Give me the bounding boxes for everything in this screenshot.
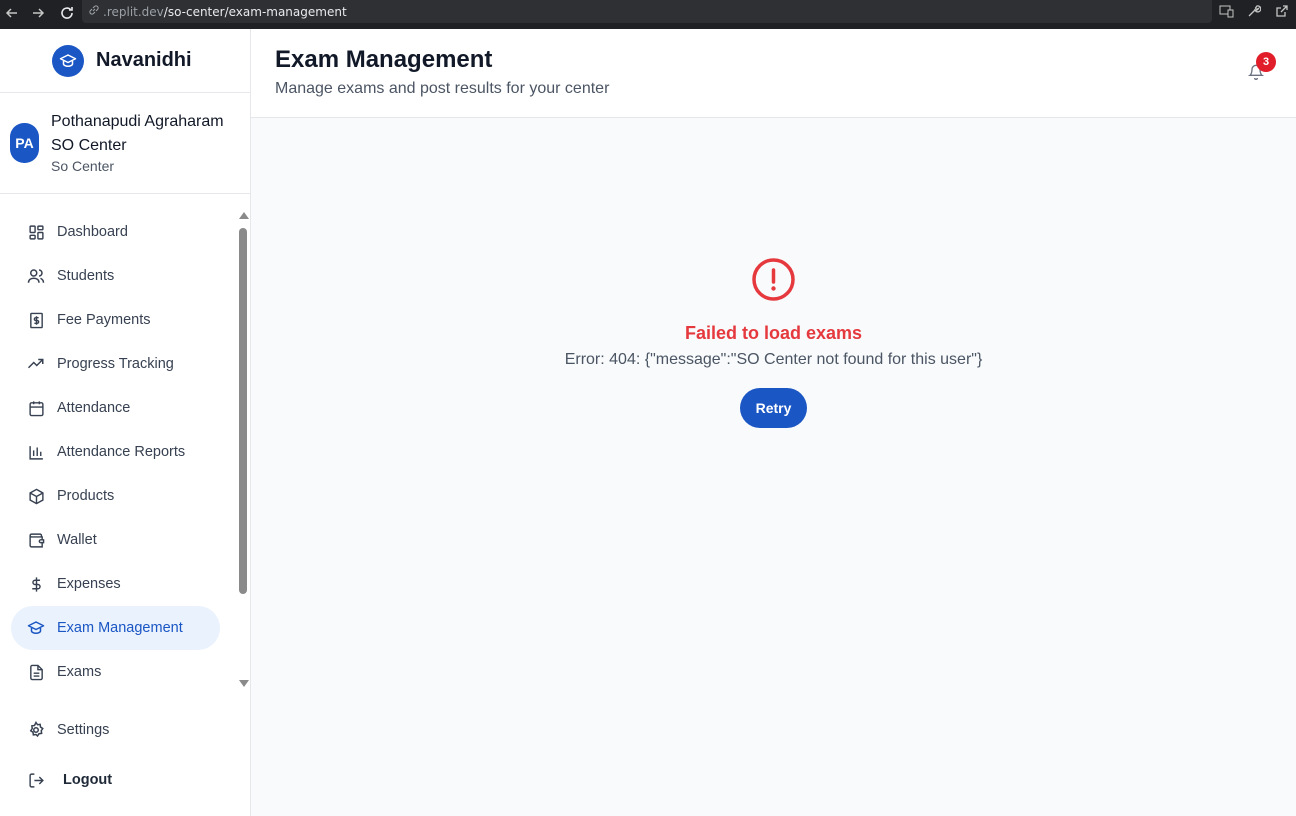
scroll-up-arrow-icon[interactable] bbox=[239, 212, 249, 219]
page-title: Exam Management bbox=[275, 46, 493, 73]
sidebar: Navanidhi PA Pothanapudi Agraharam SO Ce… bbox=[0, 29, 251, 816]
sidebar-item-label: Expenses bbox=[57, 576, 121, 592]
dollar-icon bbox=[27, 575, 45, 593]
sidebar-item-progress-tracking[interactable]: Progress Tracking bbox=[11, 342, 220, 386]
center-type: So Center bbox=[51, 158, 115, 174]
bar-chart-icon bbox=[27, 443, 45, 461]
sidebar-item-label: Wallet bbox=[57, 532, 97, 548]
error-message: Error: 404: {"message":"SO Center not fo… bbox=[564, 351, 983, 368]
url-bar[interactable]: .replit.dev/so-center/exam-management bbox=[82, 0, 1212, 23]
scrollbar-thumb[interactable] bbox=[239, 228, 247, 594]
graduation-cap-logo-icon bbox=[52, 44, 84, 77]
wrench-icon[interactable] bbox=[1246, 3, 1262, 19]
settings-label: Settings bbox=[57, 722, 110, 738]
page-header: Exam Management Manage exams and post re… bbox=[251, 29, 1296, 118]
logout-icon bbox=[27, 771, 45, 789]
brand-name: Navanidhi bbox=[96, 49, 192, 71]
page-subtitle: Manage exams and post results for your c… bbox=[275, 80, 610, 97]
center-name: Pothanapudi Agraharam SO Center bbox=[51, 113, 224, 154]
sidebar-scrollbar[interactable] bbox=[236, 212, 250, 692]
back-arrow-icon[interactable] bbox=[2, 3, 22, 23]
forward-arrow-icon[interactable] bbox=[28, 3, 48, 23]
sidebar-item-students[interactable]: Students bbox=[11, 254, 220, 298]
alert-circle-icon bbox=[751, 257, 796, 302]
sidebar-item-label: Progress Tracking bbox=[57, 356, 174, 372]
wallet-icon bbox=[27, 531, 45, 549]
calendar-icon bbox=[27, 399, 45, 417]
sidebar-item-expenses[interactable]: Expenses bbox=[11, 562, 220, 606]
sidebar-item-products[interactable]: Products bbox=[11, 474, 220, 518]
sidebar-item-fee-payments[interactable]: Fee Payments bbox=[11, 298, 220, 342]
main-content: Failed to load exams Error: 404: {"messa… bbox=[251, 118, 1296, 816]
sidebar-item-label: Dashboard bbox=[57, 224, 128, 240]
retry-button[interactable]: Retry bbox=[740, 388, 807, 428]
browser-toolbar: .replit.dev/so-center/exam-management bbox=[0, 0, 1296, 29]
graduation-cap-icon bbox=[27, 619, 45, 637]
package-icon bbox=[27, 487, 45, 505]
sidebar-item-label: Exams bbox=[57, 664, 102, 680]
url-path: /so-center/exam-management bbox=[163, 4, 347, 19]
reload-icon[interactable] bbox=[57, 3, 77, 23]
trending-up-icon bbox=[27, 355, 45, 373]
file-text-icon bbox=[27, 663, 45, 681]
sidebar-item-wallet[interactable]: Wallet bbox=[11, 518, 220, 562]
link-icon bbox=[88, 4, 100, 19]
error-title: Failed to load exams bbox=[684, 323, 863, 343]
url-domain: .replit.dev bbox=[103, 4, 164, 19]
sidebar-item-label: Attendance bbox=[57, 400, 131, 416]
sidebar-item-exam-management[interactable]: Exam Management bbox=[11, 606, 220, 650]
dashboard-icon bbox=[27, 223, 45, 241]
brand: Navanidhi bbox=[0, 29, 250, 93]
receipt-dollar-icon bbox=[27, 311, 45, 329]
sidebar-item-settings[interactable]: Settings bbox=[11, 710, 220, 750]
sidebar-item-label: Students bbox=[57, 268, 115, 284]
sidebar-item-label: Fee Payments bbox=[57, 312, 151, 328]
sidebar-item-label: Attendance Reports bbox=[57, 444, 186, 460]
logout-label: Logout bbox=[63, 772, 113, 788]
sidebar-item-dashboard[interactable]: Dashboard bbox=[11, 210, 220, 254]
center-profile: PA Pothanapudi Agraharam SO Center So Ce… bbox=[0, 93, 250, 194]
gear-icon bbox=[27, 721, 45, 739]
avatar: PA bbox=[10, 123, 39, 163]
devices-icon[interactable] bbox=[1218, 3, 1234, 19]
users-icon bbox=[27, 267, 45, 285]
sidebar-item-exams[interactable]: Exams bbox=[11, 650, 220, 694]
scroll-down-arrow-icon[interactable] bbox=[239, 680, 249, 687]
sidebar-item-label: Exam Management bbox=[57, 620, 183, 636]
external-link-icon[interactable] bbox=[1274, 3, 1290, 19]
sidebar-item-attendance-reports[interactable]: Attendance Reports bbox=[11, 430, 220, 474]
sidebar-item-attendance[interactable]: Attendance bbox=[11, 386, 220, 430]
sidebar-item-label: Products bbox=[57, 488, 115, 504]
logout-button[interactable]: Logout bbox=[11, 760, 220, 800]
notification-badge[interactable]: 3 bbox=[1256, 52, 1276, 72]
